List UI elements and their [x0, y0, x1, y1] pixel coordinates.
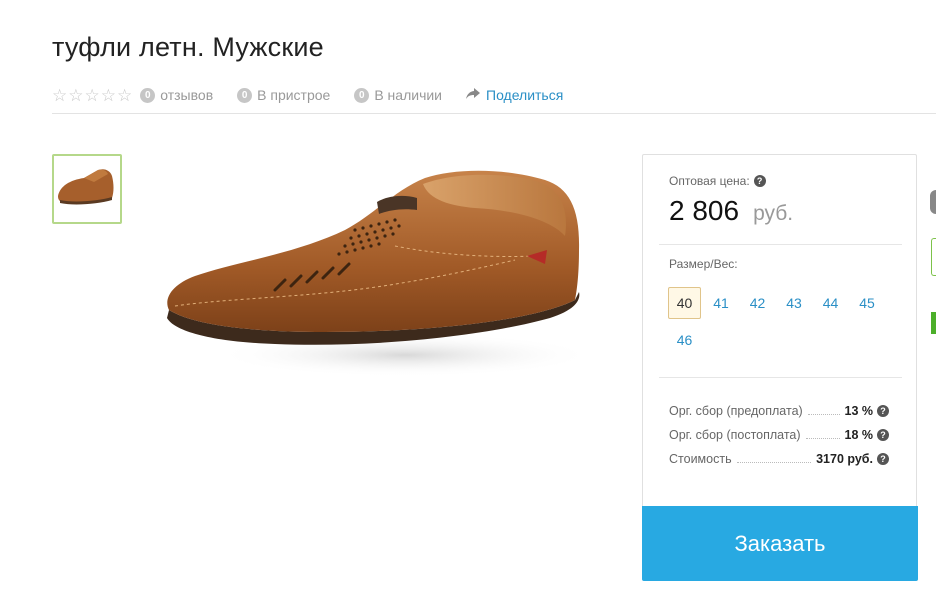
fee-value: 18 % [844, 428, 874, 442]
share-label: Поделиться [486, 87, 564, 103]
star-outline-icon: ☆ [117, 85, 133, 105]
product-thumbnail[interactable] [52, 154, 122, 224]
size-option-42[interactable]: 42 [741, 287, 774, 319]
cropped-side-element [931, 312, 936, 334]
share-arrow-icon [466, 87, 480, 103]
fee-name: Орг. сбор (постоплата) [669, 428, 801, 442]
fees-list: Орг. сбор (предоплата) 13 % ? Орг. сбор … [669, 399, 889, 471]
reviews-label: отзывов [160, 87, 214, 103]
fee-row-postpay: Орг. сбор (постоплата) 18 % ? [669, 423, 889, 447]
question-circle-icon[interactable]: ? [877, 429, 889, 441]
question-circle-icon[interactable]: ? [877, 405, 889, 417]
fee-row-prepay: Орг. сбор (предоплата) 13 % ? [669, 399, 889, 423]
price-currency: руб. [753, 202, 794, 225]
order-button[interactable]: Заказать [642, 506, 918, 581]
size-option-46[interactable]: 46 [668, 324, 701, 356]
in-progress-label: В пристрое [257, 87, 331, 103]
rating-stars[interactable]: ☆ ☆ ☆ ☆ ☆ [52, 87, 132, 104]
size-option-44[interactable]: 44 [814, 287, 847, 319]
cropped-side-element [931, 238, 936, 276]
order-panel: Оптовая цена: ? 2 806 руб. Размер/Вес: 4… [642, 154, 918, 581]
in-progress-badge: 0 [237, 87, 253, 103]
size-option-41[interactable]: 41 [705, 287, 738, 319]
fee-row-total: Стоимость 3170 руб. ? [669, 447, 889, 471]
dotted-leader [736, 455, 812, 463]
cropped-side-element [930, 190, 936, 214]
dotted-leader [807, 407, 840, 415]
question-circle-icon[interactable]: ? [753, 175, 766, 187]
size-option-40[interactable]: 40 [668, 287, 701, 319]
price-label-text: Оптовая цена: [669, 174, 750, 188]
star-outline-icon: ☆ [100, 85, 116, 105]
in-stock-count: 0 В наличии [354, 87, 442, 103]
size-option-43[interactable]: 43 [778, 287, 811, 319]
header-divider [52, 113, 936, 114]
product-meta-row: ☆ ☆ ☆ ☆ ☆ 0 отзывов 0 В пристрое 0 В нал… [52, 84, 563, 106]
question-circle-icon[interactable]: ? [877, 453, 889, 465]
star-outline-icon: ☆ [84, 85, 100, 105]
fee-name: Стоимость [669, 452, 732, 466]
product-title: туфли летн. Мужские [52, 32, 324, 62]
fee-value: 3170 руб. [816, 452, 873, 466]
size-option-45[interactable]: 45 [851, 287, 884, 319]
share-link[interactable]: Поделиться [466, 87, 563, 103]
dotted-leader [805, 431, 840, 439]
in-progress-count: 0 В пристрое [237, 87, 330, 103]
panel-divider [659, 377, 902, 378]
fee-name: Орг. сбор (предоплата) [669, 404, 803, 418]
wholesale-price-label: Оптовая цена: ? [669, 174, 766, 188]
panel-divider [659, 244, 902, 245]
reviews-count[interactable]: 0 отзывов [140, 87, 213, 103]
in-stock-label: В наличии [374, 87, 442, 103]
size-label: Размер/Вес: [669, 257, 738, 271]
in-stock-badge: 0 [354, 87, 370, 103]
fee-value: 13 % [844, 404, 874, 418]
star-outline-icon: ☆ [52, 85, 68, 105]
star-outline-icon: ☆ [68, 85, 84, 105]
reviews-badge: 0 [140, 87, 156, 103]
size-selector: 40 41 42 43 44 45 46 [668, 287, 898, 361]
product-main-image[interactable] [155, 150, 595, 385]
price-value: 2 806 [669, 195, 740, 226]
price: 2 806 руб. [669, 195, 793, 227]
